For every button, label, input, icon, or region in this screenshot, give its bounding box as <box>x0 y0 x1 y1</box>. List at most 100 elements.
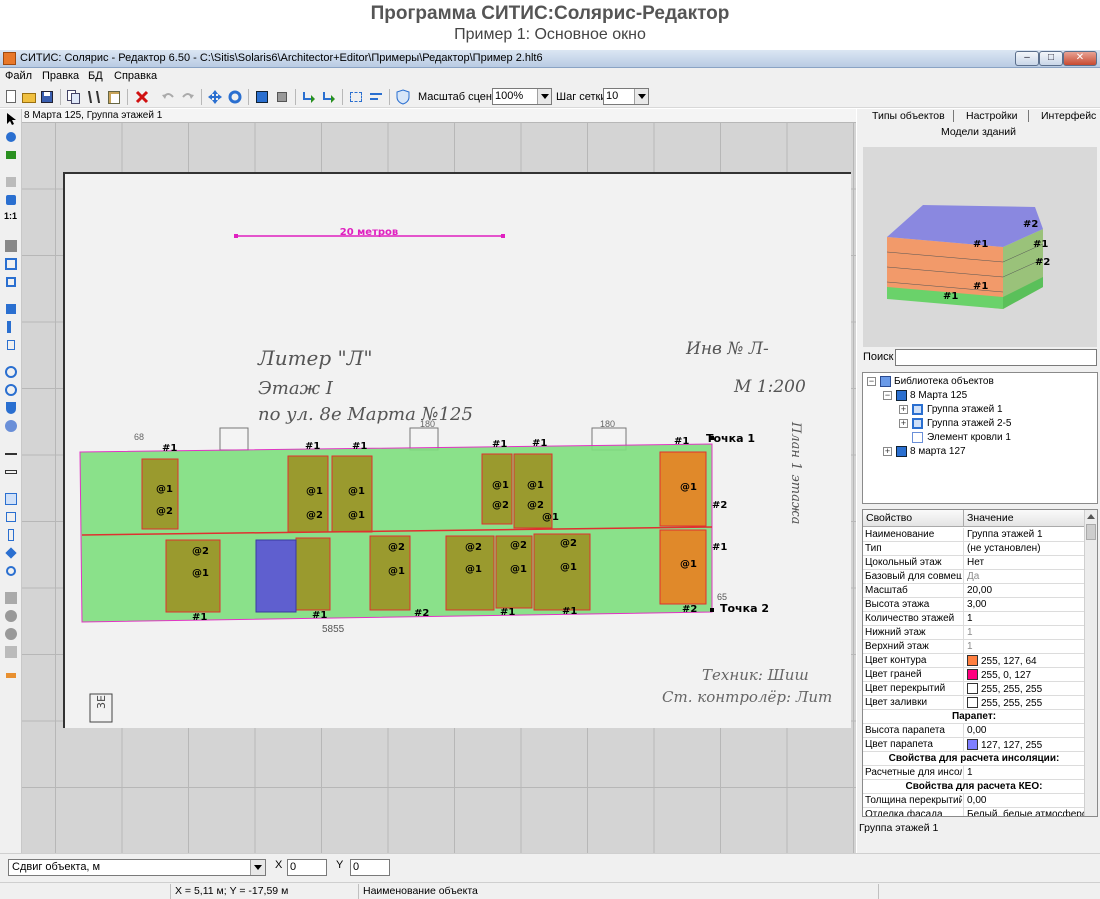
y-input[interactable]: 0 <box>350 859 390 876</box>
color-swatch[interactable] <box>967 697 978 708</box>
search-input[interactable] <box>895 349 1097 366</box>
move-icon[interactable] <box>207 89 223 105</box>
property-row[interactable]: Количество этажей 1 <box>863 612 1085 626</box>
tree-expand-icon[interactable]: + <box>899 419 908 428</box>
delete-icon[interactable] <box>134 89 150 105</box>
property-row[interactable]: Цвет граней 255, 0, 127 <box>863 668 1085 682</box>
export-icon[interactable] <box>321 89 337 105</box>
paste-icon[interactable] <box>106 89 122 105</box>
property-row[interactable]: Высота парапета 0,00 <box>863 724 1085 738</box>
rect-outline-icon[interactable] <box>4 257 18 271</box>
property-value[interactable]: 0,00 <box>967 795 1085 806</box>
tree-expand-icon[interactable]: + <box>899 405 908 414</box>
property-value[interactable]: Да <box>967 571 1085 582</box>
shield-icon[interactable] <box>395 89 411 105</box>
new-file-icon[interactable] <box>3 89 19 105</box>
property-row[interactable]: Базовый для совмеще Да <box>863 570 1085 584</box>
property-row[interactable]: Отделка фасада Белый, белые атмосферос <box>863 808 1085 816</box>
redo-icon[interactable] <box>180 89 196 105</box>
minimize-button[interactable]: – <box>1015 51 1039 66</box>
layer-icon[interactable] <box>274 89 290 105</box>
tool-measure-icon[interactable] <box>4 447 18 461</box>
property-value[interactable]: 1 <box>967 627 1085 638</box>
property-row[interactable]: Масштаб 20,00 <box>863 584 1085 598</box>
property-value[interactable]: Белый, белые атмосферос <box>967 809 1085 816</box>
property-row[interactable]: Цокольный этаж Нет <box>863 556 1085 570</box>
chevron-down-icon[interactable] <box>634 89 648 104</box>
property-value[interactable]: 127, 127, 255 <box>967 739 1085 751</box>
undo-icon[interactable] <box>160 89 176 105</box>
tab-interface[interactable]: Интерфейс <box>1041 110 1096 122</box>
building-3d-preview[interactable]: #2 #1 #1 #1 #1 #2 <box>863 147 1097 347</box>
window-titlebar[interactable]: СИТИС: Солярис - Редактор 6.50 - C:\Siti… <box>0 50 1100 68</box>
tool-ruler-icon[interactable] <box>4 465 18 479</box>
x-input[interactable]: 0 <box>287 859 327 876</box>
tree-collapse-icon[interactable]: − <box>883 391 892 400</box>
property-value[interactable]: (не установлен) <box>967 543 1085 554</box>
color-swatch[interactable] <box>967 669 978 680</box>
tree-expand-icon[interactable]: + <box>883 447 892 456</box>
pointer-icon[interactable] <box>4 112 18 126</box>
property-row[interactable]: Цвет перекрытий 255, 255, 255 <box>863 682 1085 696</box>
tree-item-building-1[interactable]: 8 Марта 125 <box>910 390 967 401</box>
property-row[interactable]: Нижний этаж 1 <box>863 626 1085 640</box>
property-scrollbar[interactable] <box>1084 510 1097 816</box>
tool-gray3-icon[interactable] <box>4 627 18 641</box>
tree-item-group-1[interactable]: Группа этажей 1 <box>927 404 1003 415</box>
property-row[interactable]: Верхний этаж 1 <box>863 640 1085 654</box>
close-button[interactable]: ✕ <box>1063 51 1097 66</box>
cut-icon[interactable] <box>86 89 102 105</box>
property-row[interactable]: Наименование Группа этажей 1 <box>863 528 1085 542</box>
tree-item-building-2[interactable]: 8 марта 127 <box>910 446 966 457</box>
menu-help[interactable]: Справка <box>114 70 157 82</box>
prop-col-divider[interactable] <box>963 510 964 527</box>
tool-layer-icon[interactable] <box>4 148 18 162</box>
chevron-down-icon[interactable] <box>250 860 265 875</box>
open-folder-icon[interactable] <box>21 89 37 105</box>
tree-item-library[interactable]: Библиотека объектов <box>894 376 994 387</box>
property-value[interactable]: 255, 127, 64 <box>967 655 1085 667</box>
tool-rotate-icon[interactable] <box>4 365 18 379</box>
rotate-icon[interactable] <box>227 89 243 105</box>
scroll-thumb[interactable] <box>1086 524 1096 540</box>
property-value[interactable]: 1 <box>967 641 1085 652</box>
property-value[interactable]: 255, 0, 127 <box>967 669 1085 681</box>
property-value[interactable]: Группа этажей 1 <box>967 529 1085 540</box>
property-value[interactable]: 255, 255, 255 <box>967 697 1085 709</box>
one-to-one-icon[interactable]: 1:1 <box>4 211 18 225</box>
tool-corner-icon[interactable] <box>4 320 18 334</box>
property-row[interactable]: Толщина перекрытий 0,00 <box>863 794 1085 808</box>
menu-db[interactable]: БД <box>88 70 103 82</box>
tool-diamond-icon[interactable] <box>4 546 18 560</box>
tool-grid-icon[interactable] <box>4 492 18 506</box>
tool-move-icon[interactable] <box>4 130 18 144</box>
tool-gray-icon[interactable] <box>4 175 18 189</box>
property-row[interactable]: Цвет заливки 255, 255, 255 <box>863 696 1085 710</box>
property-value[interactable]: 1 <box>967 767 1085 778</box>
tree-item-roof[interactable]: Элемент кровли 1 <box>927 432 1011 443</box>
tool-gray1-icon[interactable] <box>4 591 18 605</box>
menu-file[interactable]: Файл <box>5 70 32 82</box>
chevron-down-icon[interactable] <box>537 89 551 104</box>
property-value[interactable]: 3,00 <box>967 599 1085 610</box>
color-swatch[interactable] <box>967 655 978 666</box>
property-value[interactable]: Нет <box>967 557 1085 568</box>
tool-orange-icon[interactable] <box>4 669 18 683</box>
room[interactable] <box>295 537 331 611</box>
property-row[interactable]: Цвет парапета 127, 127, 255 <box>863 738 1085 752</box>
shift-mode-select[interactable]: Сдвиг объекта, м <box>8 859 266 876</box>
menu-edit[interactable]: Правка <box>42 70 79 82</box>
tree-collapse-icon[interactable]: − <box>867 377 876 386</box>
color-swatch[interactable] <box>967 683 978 694</box>
tool-column-icon[interactable] <box>4 528 18 542</box>
tab-settings[interactable]: Настройки <box>966 110 1018 122</box>
tool-wall-icon[interactable] <box>4 302 18 316</box>
maximize-button[interactable]: □ <box>1039 51 1063 66</box>
tool-window-icon[interactable] <box>4 338 18 352</box>
tool-globe-icon[interactable] <box>4 419 18 433</box>
building-icon[interactable] <box>254 89 270 105</box>
property-value[interactable]: 255, 255, 255 <box>967 683 1085 695</box>
tool-gray4-icon[interactable] <box>4 645 18 659</box>
save-icon[interactable] <box>39 89 55 105</box>
tool-shield2-icon[interactable] <box>4 401 18 415</box>
